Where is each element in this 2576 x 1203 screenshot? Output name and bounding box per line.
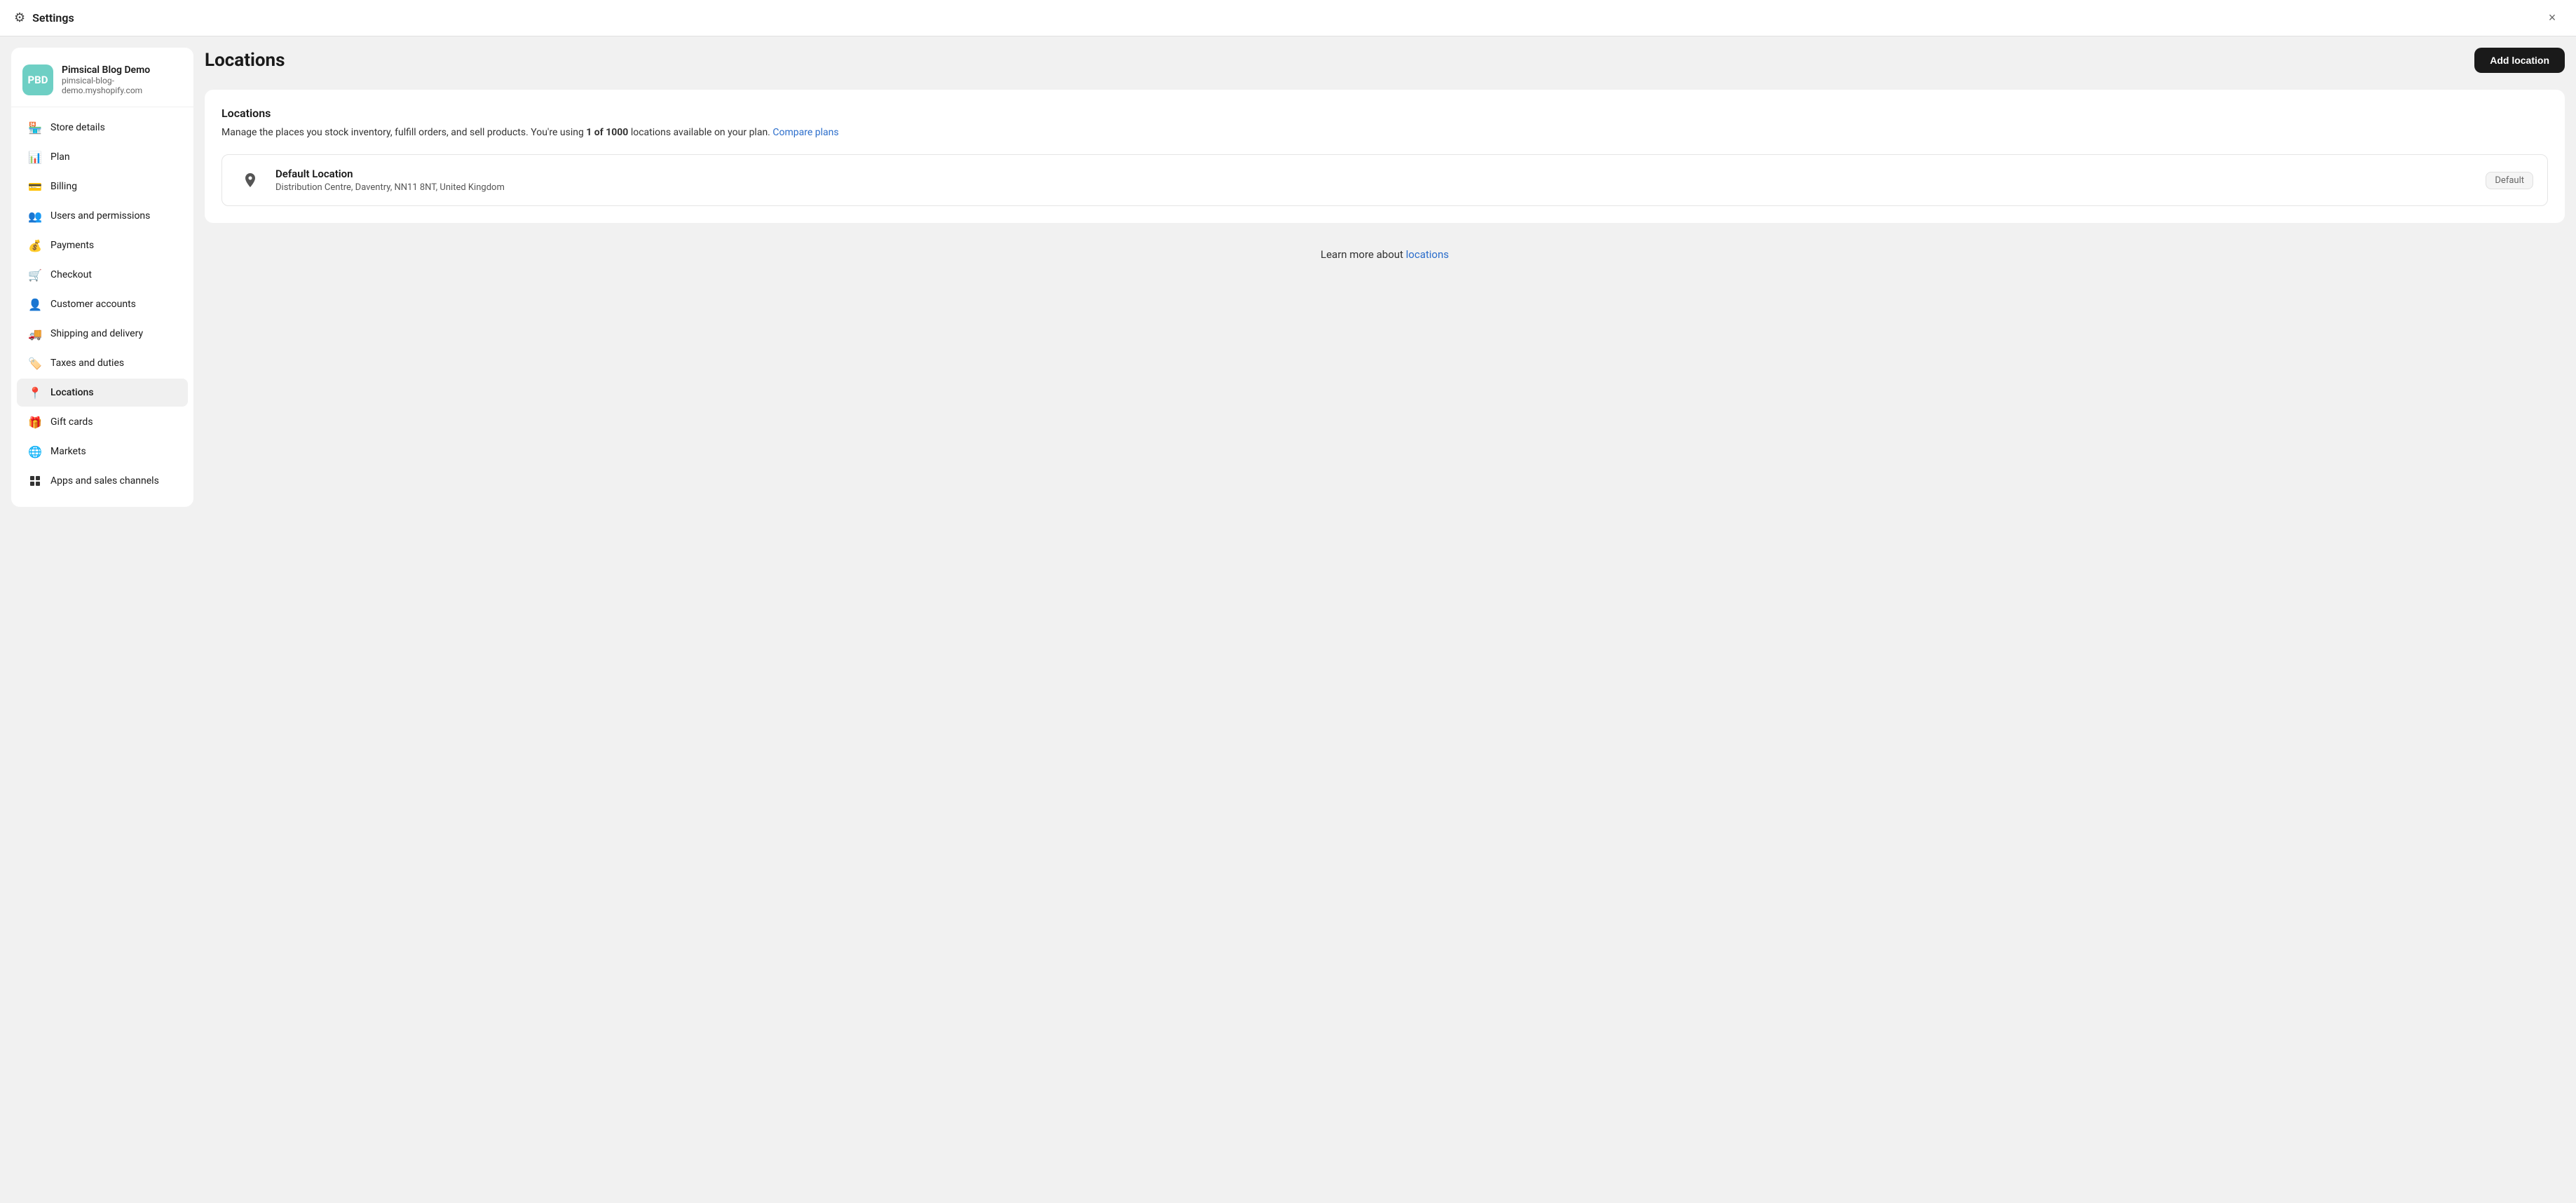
section-description: Manage the places you stock inventory, f… bbox=[222, 125, 2548, 140]
sidebar-label-gift-cards: Gift cards bbox=[50, 416, 93, 428]
store-header: PBD Pimsical Blog Demo pimsical-blog-dem… bbox=[11, 59, 193, 107]
compare-plans-link[interactable]: Compare plans bbox=[772, 127, 838, 138]
store-avatar: PBD bbox=[22, 64, 53, 95]
sidebar-item-locations[interactable]: 📍 Locations bbox=[17, 379, 188, 407]
page-title: Locations bbox=[205, 50, 285, 71]
sidebar-item-checkout[interactable]: 🛒 Checkout bbox=[17, 261, 188, 289]
sidebar-item-plan[interactable]: 📊 Plan bbox=[17, 143, 188, 171]
sidebar-item-markets[interactable]: 🌐 Markets bbox=[17, 437, 188, 465]
sidebar-label-apps: Apps and sales channels bbox=[50, 475, 159, 487]
sidebar-label-plan: Plan bbox=[50, 151, 70, 163]
sidebar-label-users: Users and permissions bbox=[50, 210, 150, 222]
sidebar-item-shipping-delivery[interactable]: 🚚 Shipping and delivery bbox=[17, 320, 188, 348]
sidebar-label-shipping: Shipping and delivery bbox=[50, 328, 143, 339]
plan-icon: 📊 bbox=[28, 150, 42, 164]
title-bar-title: Settings bbox=[32, 11, 74, 25]
sidebar-label-markets: Markets bbox=[50, 446, 86, 457]
desc-bold: 1 of 1000 bbox=[586, 127, 628, 138]
sidebar-item-gift-cards[interactable]: 🎁 Gift cards bbox=[17, 408, 188, 436]
sidebar: PBD Pimsical Blog Demo pimsical-blog-dem… bbox=[11, 48, 193, 507]
location-name: Default Location bbox=[275, 168, 2474, 180]
sidebar-item-payments[interactable]: 💰 Payments bbox=[17, 231, 188, 259]
gift-cards-icon: 🎁 bbox=[28, 415, 42, 429]
sidebar-label-locations: Locations bbox=[50, 387, 94, 398]
sidebar-item-customer-accounts[interactable]: 👤 Customer accounts bbox=[17, 290, 188, 318]
checkout-icon: 🛒 bbox=[28, 268, 42, 282]
shipping-icon: 🚚 bbox=[28, 327, 42, 341]
billing-icon: 💳 bbox=[28, 179, 42, 193]
store-domain: pimsical-blog-demo.myshopify.com bbox=[62, 76, 182, 95]
location-pin-icon bbox=[236, 166, 264, 194]
sidebar-item-billing[interactable]: 💳 Billing bbox=[17, 172, 188, 200]
learn-more-text: Learn more about bbox=[1321, 248, 1406, 261]
main-layout: PBD Pimsical Blog Demo pimsical-blog-dem… bbox=[0, 36, 2576, 1203]
desc-part1: Manage the places you stock inventory, f… bbox=[222, 127, 586, 138]
markets-icon: 🌐 bbox=[28, 444, 42, 458]
users-icon: 👥 bbox=[28, 209, 42, 223]
add-location-button[interactable]: Add location bbox=[2474, 48, 2565, 73]
sidebar-label-taxes: Taxes and duties bbox=[50, 358, 124, 369]
title-bar: ⚙ Settings × bbox=[0, 0, 2576, 36]
taxes-icon: 🏷️ bbox=[28, 356, 42, 370]
customer-accounts-icon: 👤 bbox=[28, 297, 42, 311]
app-window: ⚙ Settings × PBD Pimsical Blog Demo pims… bbox=[0, 0, 2576, 1203]
store-name: Pimsical Blog Demo bbox=[62, 64, 182, 76]
location-row[interactable]: Default Location Distribution Centre, Da… bbox=[222, 154, 2548, 206]
sidebar-label-checkout: Checkout bbox=[50, 269, 92, 280]
content-header: Locations Add location bbox=[205, 48, 2565, 73]
locations-section-card: Locations Manage the places you stock in… bbox=[205, 90, 2565, 223]
sidebar-label-store-details: Store details bbox=[50, 122, 105, 133]
sidebar-label-billing: Billing bbox=[50, 181, 77, 192]
location-details: Default Location Distribution Centre, Da… bbox=[275, 168, 2474, 193]
default-badge: Default bbox=[2486, 172, 2533, 189]
learn-more-section: Learn more about locations bbox=[205, 234, 2565, 266]
main-content: Locations Add location Locations Manage … bbox=[205, 48, 2565, 1192]
locations-icon: 📍 bbox=[28, 386, 42, 400]
sidebar-item-taxes-duties[interactable]: 🏷️ Taxes and duties bbox=[17, 349, 188, 377]
title-bar-left: ⚙ Settings bbox=[14, 11, 74, 25]
close-button[interactable]: × bbox=[2542, 8, 2562, 28]
sidebar-item-apps-sales-channels[interactable]: Apps and sales channels bbox=[17, 467, 188, 495]
location-address: Distribution Centre, Daventry, NN11 8NT,… bbox=[275, 182, 2474, 193]
payments-icon: 💰 bbox=[28, 238, 42, 252]
sidebar-item-users-permissions[interactable]: 👥 Users and permissions bbox=[17, 202, 188, 230]
gear-icon: ⚙ bbox=[14, 11, 25, 25]
sidebar-label-payments: Payments bbox=[50, 240, 94, 251]
sidebar-item-store-details[interactable]: 🏪 Store details bbox=[17, 114, 188, 142]
section-title: Locations bbox=[222, 107, 2548, 120]
sidebar-label-customer-accounts: Customer accounts bbox=[50, 299, 136, 310]
desc-part2: locations available on your plan. bbox=[628, 127, 770, 138]
apps-icon bbox=[28, 474, 42, 488]
store-info: Pimsical Blog Demo pimsical-blog-demo.my… bbox=[62, 64, 182, 95]
store-icon: 🏪 bbox=[28, 121, 42, 135]
locations-learn-more-link[interactable]: locations bbox=[1406, 248, 1449, 261]
